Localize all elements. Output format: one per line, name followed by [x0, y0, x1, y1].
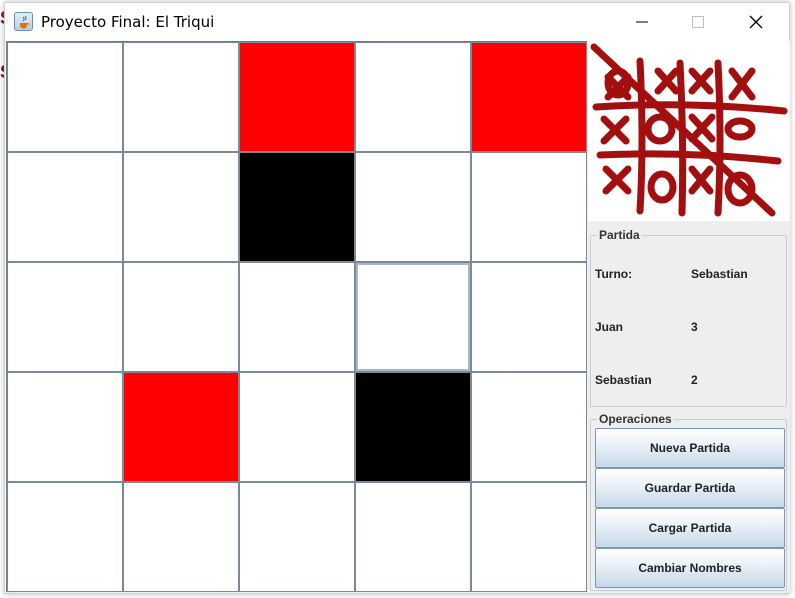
turn-value: Sebastian: [691, 267, 748, 281]
player2-name: Sebastian: [595, 373, 652, 387]
board-cell-4-0[interactable]: [7, 482, 123, 592]
title-bar[interactable]: Proyecto Final: El Triqui: [5, 3, 789, 41]
tic-tac-toe-logo: [588, 41, 790, 221]
turn-label: Turno:: [595, 267, 633, 281]
player2-score: 2: [691, 373, 698, 387]
board-cell-0-4[interactable]: [471, 42, 587, 152]
close-button[interactable]: [727, 3, 785, 41]
board-cell-3-1[interactable]: [123, 372, 239, 482]
game-board: [6, 41, 587, 592]
board-cell-3-2[interactable]: [239, 372, 355, 482]
board-cell-4-2[interactable]: [239, 482, 355, 592]
operaciones-group: Operaciones Nueva Partida Guardar Partid…: [590, 412, 787, 591]
minimize-button[interactable]: [613, 3, 671, 41]
partida-group: Partida Turno: Sebastian Juan 3 Sebastia…: [590, 228, 787, 407]
change-names-button[interactable]: Cambiar Nombres: [595, 548, 785, 588]
board-cell-3-3[interactable]: [355, 372, 471, 482]
player1-score: 3: [691, 320, 698, 334]
board-cell-3-0[interactable]: [7, 372, 123, 482]
board-cell-0-3[interactable]: [355, 42, 471, 152]
board-cell-0-0[interactable]: [7, 42, 123, 152]
board-cell-0-2[interactable]: [239, 42, 355, 152]
board-cell-2-2[interactable]: [239, 262, 355, 372]
board-cell-2-1[interactable]: [123, 262, 239, 372]
board-cell-0-1[interactable]: [123, 42, 239, 152]
board-cell-4-3[interactable]: [355, 482, 471, 592]
maximize-button[interactable]: [669, 3, 727, 41]
board-cell-2-0[interactable]: [7, 262, 123, 372]
board-cell-4-1[interactable]: [123, 482, 239, 592]
operaciones-group-title: Operaciones: [597, 412, 674, 426]
player1-name: Juan: [595, 320, 624, 334]
board-cell-2-4[interactable]: [471, 262, 587, 372]
board-cell-4-4[interactable]: [471, 482, 587, 592]
new-game-button[interactable]: Nueva Partida: [595, 428, 785, 468]
board-cell-2-3[interactable]: [355, 262, 471, 372]
window-title: Proyecto Final: El Triqui: [41, 13, 215, 31]
maximize-icon: [692, 16, 704, 28]
board-cell-3-4[interactable]: [471, 372, 587, 482]
partida-group-title: Partida: [597, 228, 642, 242]
content-pane: Partida Turno: Sebastian Juan 3 Sebastia…: [6, 41, 790, 593]
java-app-icon: [14, 12, 33, 31]
side-panel: Partida Turno: Sebastian Juan 3 Sebastia…: [588, 41, 790, 593]
load-game-button[interactable]: Cargar Partida: [595, 508, 785, 548]
board-cell-1-1[interactable]: [123, 152, 239, 262]
board-cell-1-4[interactable]: [471, 152, 587, 262]
board-cell-1-3[interactable]: [355, 152, 471, 262]
minimize-icon: [636, 21, 648, 23]
board-cell-1-2[interactable]: [239, 152, 355, 262]
game-window: Proyecto Final: El Triqui Partida Turno:…: [4, 2, 790, 594]
close-icon: [749, 15, 763, 29]
board-cell-1-0[interactable]: [7, 152, 123, 262]
save-game-button[interactable]: Guardar Partida: [595, 468, 785, 508]
